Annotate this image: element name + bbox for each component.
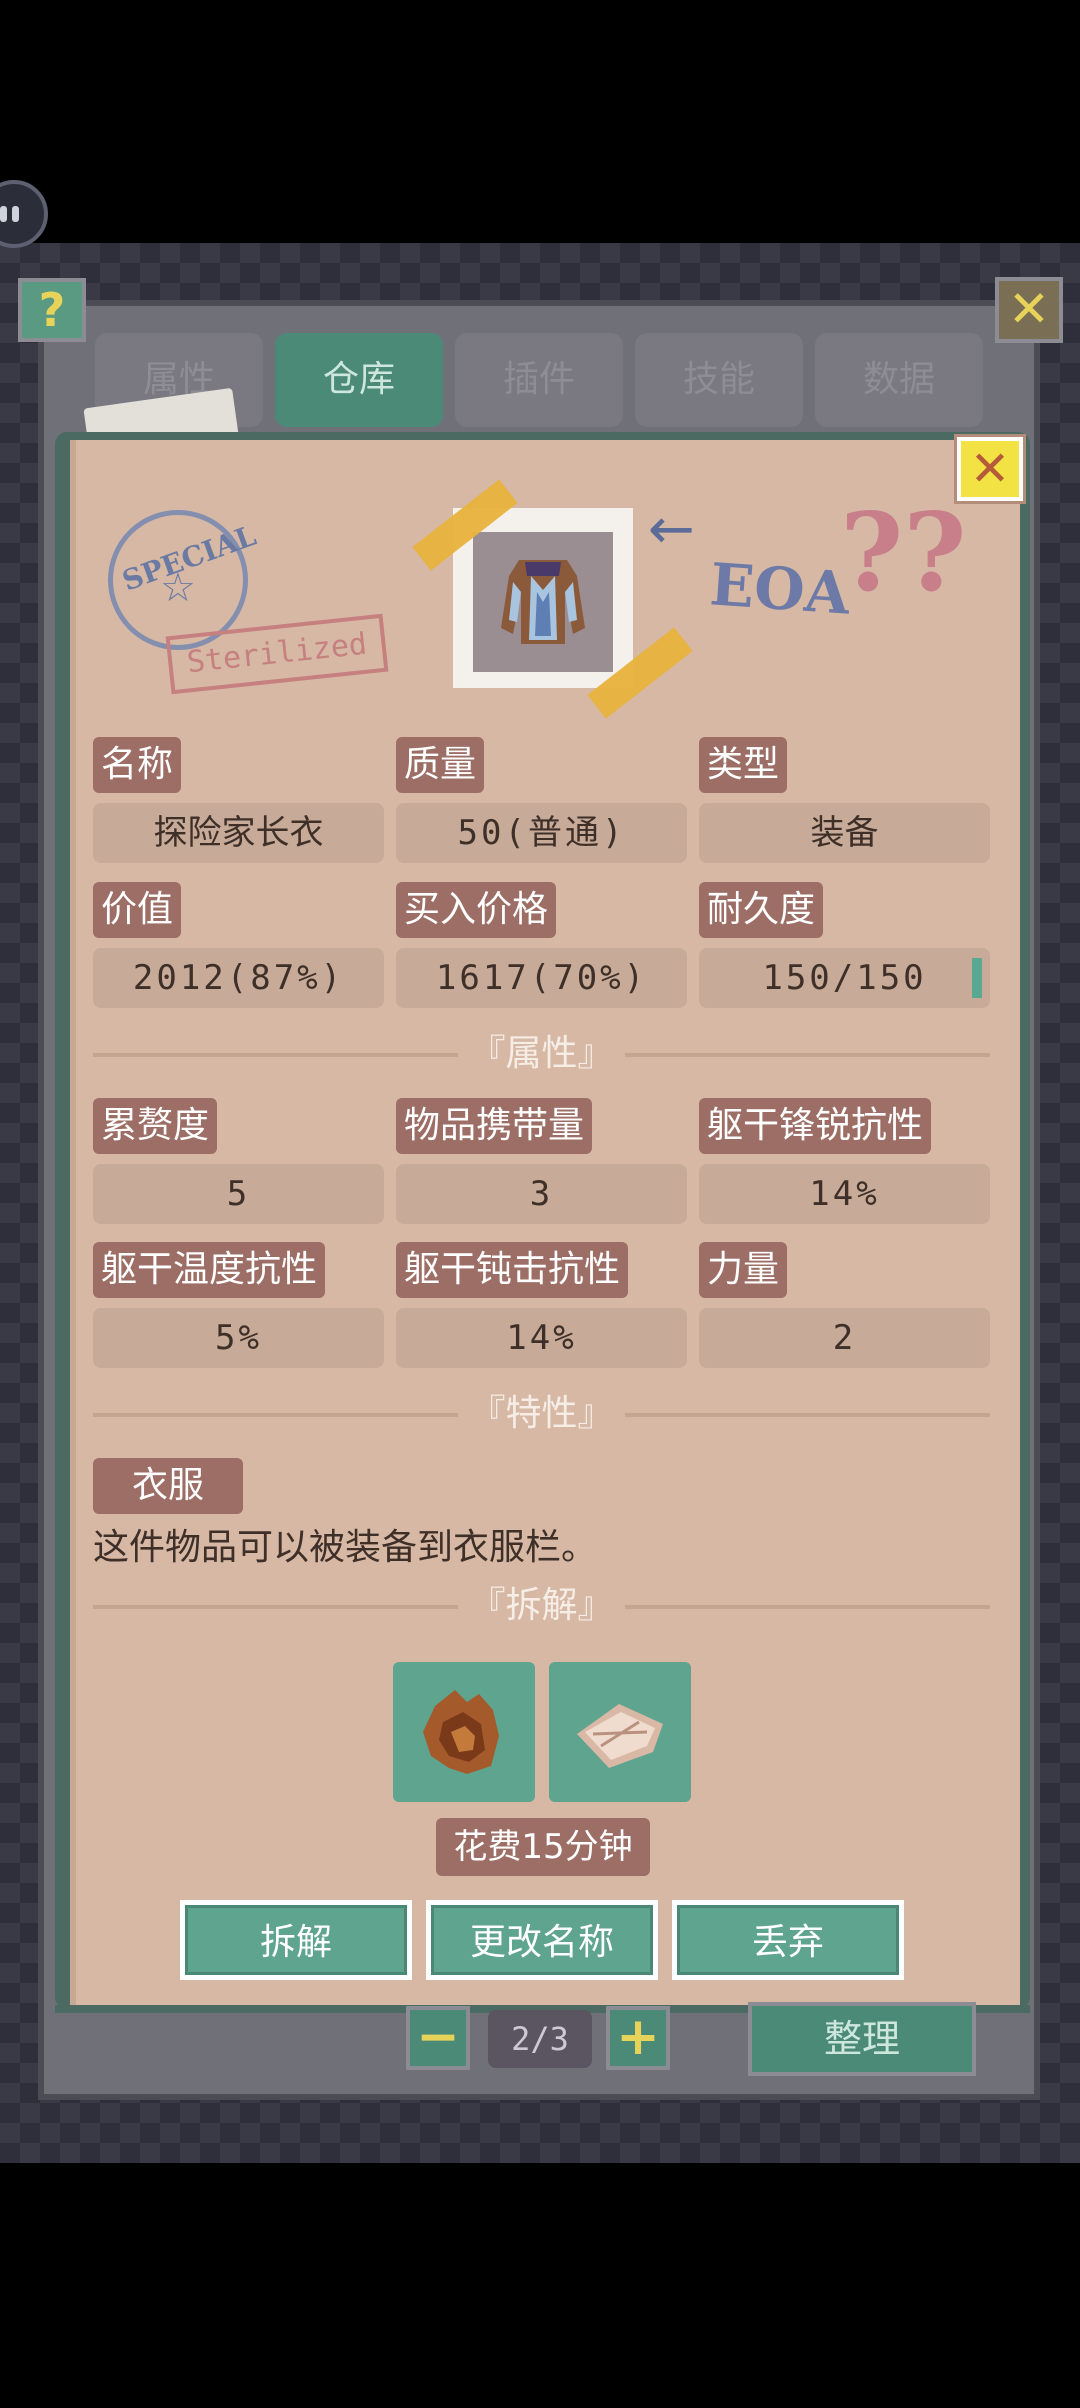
field-label: 质量 bbox=[396, 737, 485, 793]
trait-tag: 衣服 bbox=[93, 1458, 243, 1514]
field-value: 50(普通) bbox=[396, 803, 687, 863]
rename-button-label: 更改名称 bbox=[431, 1905, 653, 1975]
attributes-divider: 『属性』 bbox=[93, 1032, 990, 1076]
info-cell-type: 类型 装备 bbox=[699, 737, 990, 863]
attr-label: 力量 bbox=[699, 1242, 788, 1298]
rename-button[interactable]: 更改名称 bbox=[426, 1900, 658, 1980]
attr-label: 躯干锋锐抗性 bbox=[699, 1098, 932, 1154]
info-cell-quality: 质量 50(普通) bbox=[396, 737, 687, 863]
minus-icon: − bbox=[416, 2007, 460, 2067]
dismantle-part-slot[interactable] bbox=[393, 1662, 535, 1802]
info-cell-durability: 耐久度 150/150 bbox=[699, 882, 990, 1008]
tab-skills[interactable]: 技能 bbox=[635, 333, 803, 427]
attr-label: 累赘度 bbox=[93, 1098, 218, 1154]
discard-button-label: 丢弃 bbox=[677, 1905, 899, 1975]
card-close-button[interactable]: ✕ bbox=[954, 434, 1026, 504]
page-next-button[interactable]: + bbox=[606, 2006, 670, 2070]
field-label: 价值 bbox=[93, 882, 182, 938]
tab-warehouse[interactable]: 仓库 bbox=[275, 333, 443, 427]
floating-assistant-icon[interactable] bbox=[0, 180, 48, 248]
basic-info-grid-2: 价值 2012(87%) 买入价格 1617(70%) 耐久度 150/150 bbox=[93, 882, 990, 1008]
field-value: 探险家长衣 bbox=[93, 803, 384, 863]
attributes-grid: 累赘度 5 物品携带量 3 躯干锋锐抗性 14% bbox=[93, 1098, 990, 1224]
leather-scrap-icon bbox=[423, 1690, 499, 1774]
attr-cell: 躯干锋锐抗性 14% bbox=[699, 1098, 990, 1224]
durability-value: 150/150 bbox=[699, 948, 990, 1008]
sort-button[interactable]: 整理 bbox=[748, 2002, 976, 2076]
trait-description: 这件物品可以被装备到衣服栏。 bbox=[93, 1527, 598, 1568]
attr-cell: 躯干温度抗性 5% bbox=[93, 1242, 384, 1368]
traits-divider: 『特性』 bbox=[93, 1392, 990, 1436]
attr-cell: 力量 2 bbox=[699, 1242, 990, 1368]
tab-data[interactable]: 数据 bbox=[815, 333, 983, 427]
field-value: 1617(70%) bbox=[396, 948, 687, 1008]
arrow-doodle: ← bbox=[648, 497, 695, 562]
dismantle-divider: 『拆解』 bbox=[93, 1584, 990, 1628]
field-label: 耐久度 bbox=[699, 882, 824, 938]
page-prev-button[interactable]: − bbox=[406, 2006, 470, 2070]
field-label: 名称 bbox=[93, 737, 182, 793]
question-icon: ? bbox=[38, 283, 66, 337]
attr-value: 2 bbox=[699, 1308, 990, 1368]
attr-label: 物品携带量 bbox=[396, 1098, 593, 1154]
close-icon: ✕ bbox=[1008, 280, 1050, 338]
discard-button[interactable]: 丢弃 bbox=[672, 1900, 904, 1980]
dismantle-time: 花费15分钟 bbox=[436, 1818, 650, 1876]
tab-plugins[interactable]: 插件 bbox=[455, 333, 623, 427]
coat-icon bbox=[501, 560, 585, 644]
info-cell-buy-price: 买入价格 1617(70%) bbox=[396, 882, 687, 1008]
info-cell-name: 名称 探险家长衣 bbox=[93, 737, 384, 863]
page-indicator: 2/3 bbox=[488, 2010, 592, 2068]
field-label: 类型 bbox=[699, 737, 788, 793]
attr-label: 躯干温度抗性 bbox=[93, 1242, 326, 1298]
eoa-doodle: EOA bbox=[707, 550, 852, 628]
help-button[interactable]: ? bbox=[18, 278, 86, 342]
star-icon: ☆ bbox=[160, 565, 196, 611]
field-label: 买入价格 bbox=[396, 882, 557, 938]
attr-cell: 物品携带量 3 bbox=[396, 1098, 687, 1224]
item-image bbox=[473, 532, 613, 672]
window-close-button[interactable]: ✕ bbox=[995, 277, 1063, 343]
field-value: 装备 bbox=[699, 803, 990, 863]
attr-label: 躯干钝击抗性 bbox=[396, 1242, 629, 1298]
item-photo bbox=[453, 508, 633, 688]
cloth-scrap-icon bbox=[577, 1704, 663, 1768]
attr-value: 14% bbox=[699, 1164, 990, 1224]
close-icon: ✕ bbox=[969, 441, 1011, 497]
attr-cell: 躯干钝击抗性 14% bbox=[396, 1242, 687, 1368]
field-value: 2012(87%) bbox=[93, 948, 384, 1008]
dismantle-button[interactable]: 拆解 bbox=[180, 1900, 412, 1980]
durability-bar bbox=[972, 958, 982, 998]
info-cell-value: 价值 2012(87%) bbox=[93, 882, 384, 1008]
attr-value: 3 bbox=[396, 1164, 687, 1224]
dismantle-button-label: 拆解 bbox=[185, 1905, 407, 1975]
dismantle-part-slot[interactable] bbox=[549, 1662, 691, 1802]
durability-text: 150/150 bbox=[762, 958, 927, 998]
question-marks-text: ?? bbox=[840, 490, 967, 616]
attributes-grid-2: 躯干温度抗性 5% 躯干钝击抗性 14% 力量 2 bbox=[93, 1242, 990, 1368]
attr-value: 5 bbox=[93, 1164, 384, 1224]
attr-value: 14% bbox=[396, 1308, 687, 1368]
basic-info-grid: 名称探险家长衣 质量 50(普通) 类型装备 bbox=[93, 737, 990, 863]
plus-icon: + bbox=[616, 2007, 660, 2067]
attr-cell: 累赘度 5 bbox=[93, 1098, 384, 1224]
attr-value: 5% bbox=[93, 1308, 384, 1368]
question-marks-doodle: ?? bbox=[840, 490, 967, 616]
